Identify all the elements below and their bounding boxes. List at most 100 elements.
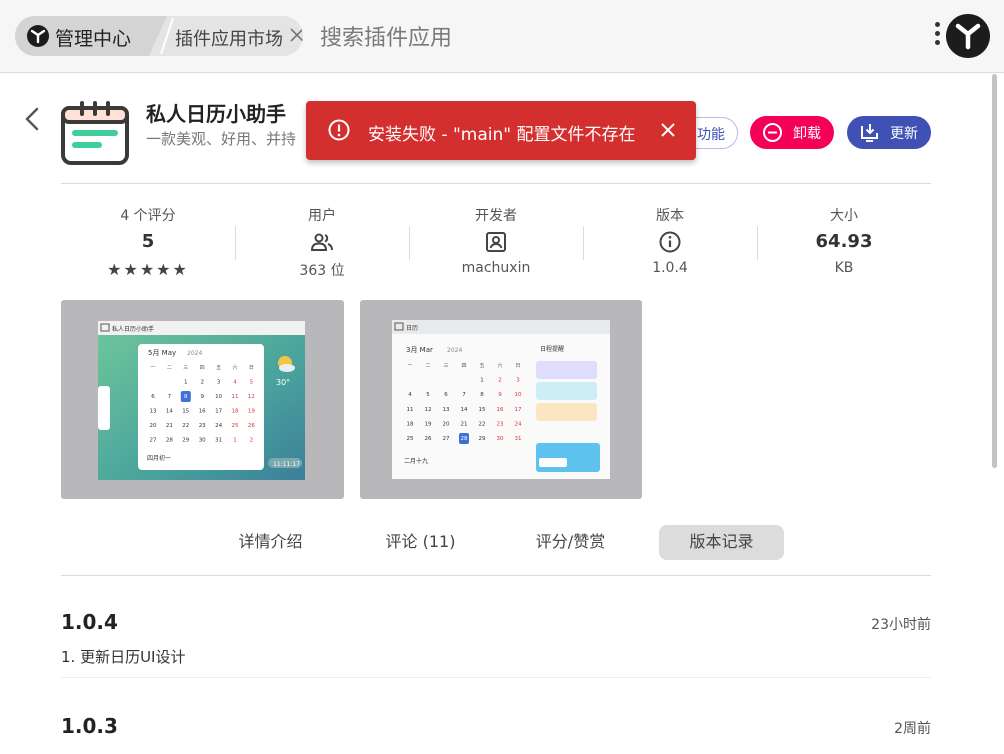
- calendar-day: 26: [425, 436, 432, 442]
- calendar-day: 31: [515, 436, 522, 442]
- shot2-window-title: 日历: [406, 325, 418, 332]
- tab-version-history[interactable]: 版本记录: [659, 525, 784, 560]
- shot2-year: 2024: [447, 347, 462, 354]
- calendar-day: 30: [199, 438, 206, 444]
- breadcrumb-home-label: 管理中心: [55, 28, 132, 50]
- calendar-weekday: 一: [407, 363, 412, 369]
- info-icon: [659, 231, 681, 253]
- screenshot-thumbnail-1[interactable]: 私人日历小助手 5月 May 2024 一二三四五六日 1 2 3 4 5 6 7 8 9 10 11…: [61, 300, 344, 499]
- calendar-day: 16: [199, 409, 206, 415]
- more-menu-icon[interactable]: [930, 20, 944, 50]
- calendar-day: 23: [497, 421, 504, 427]
- scrollbar-thumb[interactable]: [992, 74, 997, 468]
- calendar-day: 22: [479, 421, 486, 427]
- calendar-day: 22: [182, 423, 189, 429]
- size-unit: KB: [834, 260, 854, 276]
- calendar-day: 13: [443, 407, 450, 413]
- screenshot-preview-1: 私人日历小助手 5月 May 2024 一二三四五六日1 2 3 4 56 7 8 9 10 11…: [98, 321, 305, 480]
- calendar-day: 20: [443, 421, 450, 427]
- top-bar: 管理中心 插件应用市场: [0, 0, 1004, 73]
- calendar-day: 27: [150, 438, 157, 444]
- calendar-weekday: 五: [479, 363, 484, 369]
- tab-comments[interactable]: 评论 (11): [358, 525, 483, 560]
- screenshot-preview-2: 日历 3月 Mar 2024 一二三四五六日1 2 34 5 6 7 8 9 1011 12 13 1…: [392, 320, 610, 479]
- calendar-day: 15: [479, 407, 486, 413]
- stat-developer: 开发者 machuxin: [409, 204, 583, 282]
- app-logo-icon: [27, 25, 49, 47]
- divider: [61, 677, 931, 678]
- calendar-day: 29: [182, 438, 189, 444]
- calendar-day: 5: [426, 392, 430, 398]
- calendar-weekday: 三: [183, 365, 188, 371]
- calendar-day: 23: [199, 423, 206, 429]
- breadcrumb-current-label: 插件应用市场: [175, 29, 283, 50]
- app-title: 私人日历小助手: [146, 102, 286, 126]
- size-label: 大小: [830, 208, 858, 224]
- calendar-day: 29: [479, 436, 486, 442]
- avatar[interactable]: [946, 14, 990, 58]
- calendar-day: 27: [443, 436, 450, 442]
- calendar-day: 9: [498, 392, 502, 398]
- shot2-month: 3月 Mar: [406, 346, 433, 354]
- calendar-day: 8: [480, 392, 484, 398]
- back-arrow-icon[interactable]: [20, 106, 44, 132]
- calendar-day: 26: [248, 423, 255, 429]
- calendar-day: 30: [497, 436, 504, 442]
- stat-rating: 4 个评分 5 ★★★★★: [61, 204, 235, 282]
- version-2-time: 2周前: [894, 721, 931, 737]
- calendar-day: 4: [408, 392, 412, 398]
- calendar-day: 16: [497, 407, 504, 413]
- calendar-day: 24: [215, 423, 222, 429]
- calendar-day: 2: [498, 378, 502, 384]
- toast-close-icon[interactable]: [660, 122, 676, 138]
- calendar-day: 4: [233, 380, 237, 386]
- calendar-day: 25: [407, 436, 414, 442]
- developer-name: machuxin: [461, 260, 531, 276]
- calendar-weekday: 日: [515, 363, 520, 369]
- shot1-window-title: 私人日历小助手: [112, 325, 154, 333]
- calendar-app-icon: [61, 101, 129, 165]
- update-button-label: 更新: [890, 126, 918, 142]
- calendar-day: 14: [461, 407, 468, 413]
- tab-ratings[interactable]: 评分/赞赏: [508, 525, 633, 560]
- uninstall-button-label: 卸载: [793, 126, 821, 142]
- breadcrumb: 管理中心 插件应用市场: [15, 16, 303, 56]
- calendar-weekday: 四: [200, 365, 205, 371]
- screenshot-thumbnail-2[interactable]: 日历 3月 Mar 2024 一二三四五六日 1 2 3 4 5 6 7 8 9 10 11 12 13 1…: [360, 300, 642, 499]
- error-toast: 安装失败 - "main" 配置文件不存在: [306, 101, 696, 160]
- version-1-number: 1.0.4: [61, 610, 118, 634]
- size-value: 64.93: [815, 231, 873, 252]
- calendar-day: 28: [166, 438, 173, 444]
- calendar-weekday: 二: [167, 365, 172, 371]
- shot2-lunar: 二月十九: [404, 457, 428, 465]
- update-button[interactable]: 更新: [847, 116, 931, 149]
- breadcrumb-home[interactable]: 管理中心: [15, 16, 167, 56]
- calendar-day: 15: [182, 409, 189, 415]
- calendar-day: 24: [515, 421, 522, 427]
- calendar-day: 28: [461, 436, 468, 442]
- calendar-day: 13: [150, 409, 157, 415]
- divider: [61, 575, 931, 576]
- close-icon[interactable]: [288, 26, 303, 44]
- stat-version: 版本 1.0.4: [583, 204, 757, 282]
- calendar-day: 18: [232, 409, 239, 415]
- app-subtitle: 一款美观、好用、并持: [146, 130, 297, 148]
- rating-value: 5: [141, 231, 155, 252]
- stat-size: 大小 64.93 KB: [757, 204, 931, 282]
- version-label: 版本: [656, 208, 684, 224]
- tab-details[interactable]: 详情介绍: [208, 525, 333, 560]
- calendar-day: 7: [462, 392, 466, 398]
- calendar-day: 12: [425, 407, 432, 413]
- minus-circle-icon: [763, 123, 782, 142]
- calendar-day: 2: [250, 438, 254, 444]
- scrollbar[interactable]: [990, 74, 998, 754]
- developer-label: 开发者: [475, 208, 517, 224]
- calendar-weekday: 四: [461, 363, 466, 369]
- person-badge-icon: [486, 232, 506, 252]
- calendar-day: 18: [407, 421, 414, 427]
- breadcrumb-separator: [160, 17, 174, 55]
- search-input[interactable]: [318, 20, 882, 56]
- uninstall-button[interactable]: 卸载: [750, 116, 834, 149]
- calendar-day: 21: [461, 421, 468, 427]
- shot1-clock: 11:11:17: [273, 461, 300, 468]
